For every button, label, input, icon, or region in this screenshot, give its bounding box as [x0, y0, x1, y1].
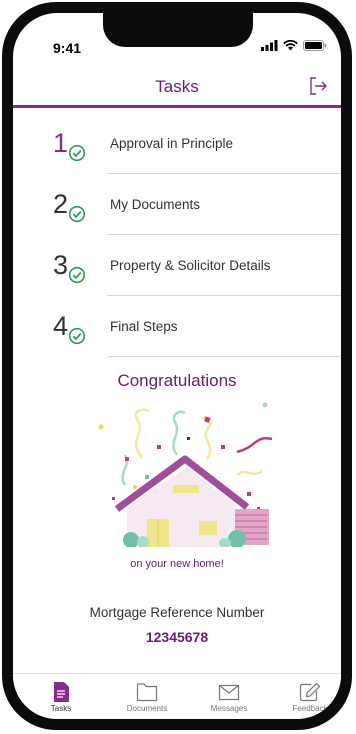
feedback-edit-icon — [299, 682, 321, 702]
task-row-final-steps[interactable]: 4 Final Steps — [13, 297, 341, 357]
document-filled-icon — [54, 682, 69, 702]
tab-tasks[interactable]: Tasks — [26, 682, 96, 713]
folder-icon — [136, 683, 158, 702]
task-number: 3 — [53, 250, 69, 280]
congratulations-title: Congratulations — [117, 371, 237, 390]
tab-label: Feedback — [292, 704, 328, 713]
task-row-property-solicitor[interactable]: 3 Property & Solicitor Details — [13, 236, 341, 296]
check-circle-icon — [68, 266, 86, 284]
logout-button[interactable] — [307, 75, 329, 97]
check-circle-icon — [68, 205, 86, 223]
task-number: 2 — [53, 189, 69, 219]
status-time: 9:41 — [53, 40, 82, 56]
divider — [107, 234, 341, 235]
task-label: Property & Solicitor Details — [110, 258, 271, 273]
page-title: Tasks — [155, 77, 199, 96]
status-icons — [261, 40, 327, 51]
task-label: My Documents — [110, 197, 201, 212]
mortgage-reference-number: 12345678 — [145, 629, 209, 645]
task-number: 4 — [53, 311, 69, 341]
wifi-icon — [283, 40, 298, 51]
task-row-approval[interactable]: 1 Approval in Principle — [13, 114, 341, 174]
envelope-icon — [218, 684, 240, 701]
logout-icon — [310, 77, 327, 95]
task-label: Final Steps — [110, 319, 178, 334]
tab-label: Messages — [210, 704, 248, 713]
phone-notch — [103, 13, 253, 47]
tab-label: Tasks — [50, 704, 72, 713]
divider — [107, 173, 341, 174]
battery-icon — [303, 40, 327, 51]
divider — [107, 295, 341, 296]
check-circle-icon — [68, 327, 86, 345]
mortgage-reference-label: Mortgage Reference Number — [89, 605, 265, 620]
tab-documents[interactable]: Documents — [112, 682, 182, 713]
check-circle-icon — [68, 144, 86, 162]
bottom-tab-bar: Tasks Documents Messages Feedback — [13, 673, 341, 719]
divider — [107, 356, 341, 357]
tab-messages[interactable]: Messages — [194, 682, 264, 713]
phone-frame: 9:41 Tasks 1 Approval in Principle 2 My … — [2, 2, 352, 730]
task-number: 1 — [53, 128, 69, 158]
new-home-illustration — [98, 402, 273, 547]
app-screen: 9:41 Tasks 1 Approval in Principle 2 My … — [13, 13, 341, 719]
congratulations-subtitle: on your new home! — [130, 558, 224, 570]
tab-feedback[interactable]: Feedback — [275, 682, 341, 713]
task-row-documents[interactable]: 2 My Documents — [13, 175, 341, 235]
signal-icon — [261, 40, 278, 51]
app-header: Tasks — [13, 75, 341, 108]
tab-label: Documents — [126, 704, 168, 713]
task-label: Approval in Principle — [110, 136, 234, 151]
